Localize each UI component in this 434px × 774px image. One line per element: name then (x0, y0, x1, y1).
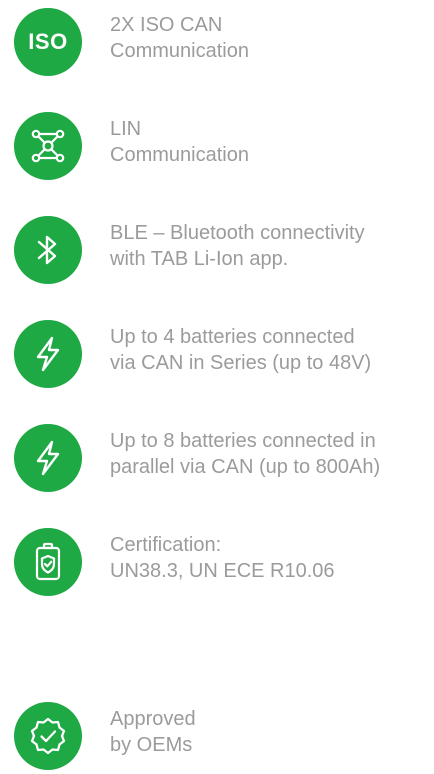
feature-title: BLE – Bluetooth connectivity (110, 222, 365, 244)
network-nodes-icon (14, 112, 82, 180)
feature-item-approved: Approved by OEMs (0, 702, 434, 774)
feature-subtitle: via CAN in Series (up to 48V) (110, 352, 372, 374)
feature-item-iso-can: ISO 2X ISO CAN Communication (0, 8, 434, 80)
feature-subtitle: UN38.3, UN ECE R10.06 (110, 560, 335, 582)
feature-title: Up to 4 batteries connected (110, 326, 355, 348)
lightning-bolt-icon (14, 424, 82, 492)
feature-text: Up to 4 batteries connected via CAN in S… (110, 324, 432, 376)
feature-text: BLE – Bluetooth connectivity with TAB Li… (110, 220, 432, 272)
feature-item-lin: LIN Communication (0, 112, 434, 184)
bluetooth-icon (14, 216, 82, 284)
feature-item-parallel: Up to 8 batteries connected in parallel … (0, 424, 434, 496)
iso-badge-label: ISO (28, 29, 68, 54)
feature-subtitle: with TAB Li-Ion app. (110, 248, 289, 270)
feature-title: Approved (110, 708, 196, 730)
feature-item-series: Up to 4 batteries connected via CAN in S… (0, 320, 434, 392)
feature-subtitle: by OEMs (110, 734, 193, 756)
feature-subtitle: Communication (110, 144, 249, 166)
lightning-bolt-icon (14, 320, 82, 388)
iso-badge-icon: ISO (14, 8, 82, 76)
feature-list: ISO 2X ISO CAN Communication LIN Communi… (0, 0, 434, 774)
battery-shield-icon (14, 528, 82, 596)
feature-title: LIN (110, 118, 142, 140)
feature-subtitle: parallel via CAN (up to 800Ah) (110, 456, 381, 478)
feature-subtitle: Communication (110, 40, 249, 62)
verified-seal-icon (14, 702, 82, 770)
feature-title: Up to 8 batteries connected in (110, 430, 376, 452)
feature-text: Approved by OEMs (110, 706, 432, 758)
feature-text: Certification: UN38.3, UN ECE R10.06 (110, 532, 432, 584)
feature-text: Up to 8 batteries connected in parallel … (110, 428, 432, 480)
feature-text: 2X ISO CAN Communication (110, 12, 432, 64)
feature-title: 2X ISO CAN (110, 14, 223, 36)
feature-item-certification: Certification: UN38.3, UN ECE R10.06 (0, 528, 434, 600)
feature-text: LIN Communication (110, 116, 432, 168)
feature-item-ble: BLE – Bluetooth connectivity with TAB Li… (0, 216, 434, 288)
feature-title: Certification: (110, 534, 222, 556)
